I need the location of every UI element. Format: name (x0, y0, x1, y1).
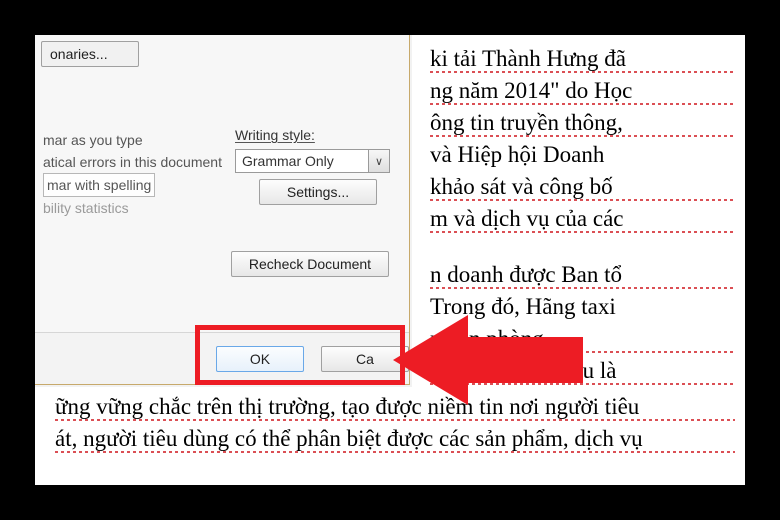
option-check-grammar-as-you-type: mar as you type (43, 129, 222, 151)
doc-line: n văn phòng (430, 323, 735, 355)
dialog-button-bar: OK Ca (35, 332, 409, 384)
chevron-down-icon: ∨ (375, 155, 383, 168)
doc-line: n doanh được Ban tổ (430, 259, 735, 291)
option-check-grammar-with-spelling: mar with spelling (43, 173, 222, 197)
ok-button[interactable]: OK (216, 346, 304, 372)
option-mark-grammatical-errors: atical errors in this document (43, 151, 222, 173)
doc-line: và Hiệp hội Doanh (430, 139, 735, 171)
writing-style-value: Grammar Only (235, 149, 368, 173)
writing-style-dropdown-button[interactable]: ∨ (368, 149, 390, 173)
screenshot-frame: ki tải Thành Hưng đã ng năm 2014" do Học… (35, 35, 745, 485)
doc-line: ững vững chắc trên thị trường, tạo được … (55, 391, 735, 423)
doc-line: ng năm 2014" do Học (430, 75, 735, 107)
settings-button[interactable]: Settings... (259, 179, 377, 205)
doc-line: át, người tiêu dùng có thể phân biệt đượ… (55, 423, 735, 455)
grammar-options-group: mar as you type atical errors in this do… (43, 129, 222, 219)
recheck-document-button[interactable]: Recheck Document (231, 251, 389, 277)
doc-line: khảo sát và công bố (430, 171, 735, 203)
doc-line: ông tin truyền thông, (430, 107, 735, 139)
doc-line: Trong đó, Hãng taxi (430, 291, 735, 323)
writing-style-combobox[interactable]: Grammar Only ∨ (235, 149, 390, 173)
doc-line: m và dịch vụ của các (430, 203, 735, 235)
option-show-readability-statistics: bility statistics (43, 197, 222, 219)
writing-style-label: Writing style: (235, 127, 315, 143)
cancel-button[interactable]: Ca (321, 346, 409, 372)
doc-line: ki tải Thành Hưng đã (430, 43, 735, 75)
word-options-dialog: onaries... mar as you type atical errors… (35, 35, 410, 385)
custom-dictionaries-button[interactable]: onaries... (41, 41, 139, 67)
doc-line: gia bình chọn đều là (430, 355, 735, 387)
